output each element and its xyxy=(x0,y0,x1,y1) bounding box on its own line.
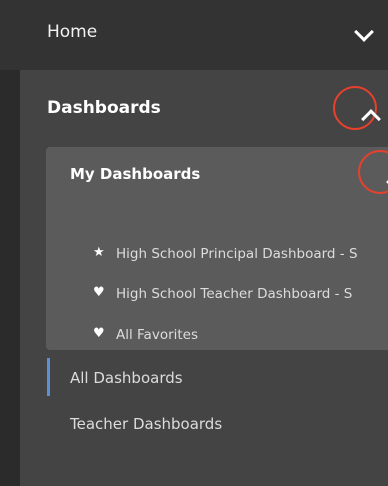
list-item-label: High School Teacher Dashboard - S xyxy=(116,286,353,302)
nav-item-teacher-dashboards[interactable]: Teacher Dashboards xyxy=(70,415,222,433)
home-menu-row[interactable]: Home xyxy=(0,0,388,70)
dashboards-panel: Dashboards My Dashboards ★ High School P… xyxy=(20,70,388,486)
list-item-label: High School Principal Dashboard - S xyxy=(116,246,358,262)
dashboards-title[interactable]: Dashboards xyxy=(47,98,161,118)
nav-item-all-dashboards[interactable]: All Dashboards xyxy=(70,369,183,387)
heart-icon: ♥ xyxy=(93,326,105,341)
chevron-down-icon[interactable] xyxy=(354,22,374,42)
active-indicator xyxy=(47,358,50,396)
highlight-circle-annotation xyxy=(358,150,388,194)
my-dashboards-section: My Dashboards ★ High School Principal Da… xyxy=(46,147,388,350)
my-dashboards-title[interactable]: My Dashboards xyxy=(70,165,200,183)
list-item-label: All Favorites xyxy=(116,327,199,343)
heart-icon: ♥ xyxy=(93,285,105,300)
home-label: Home xyxy=(47,22,98,42)
star-icon: ★ xyxy=(93,245,105,260)
